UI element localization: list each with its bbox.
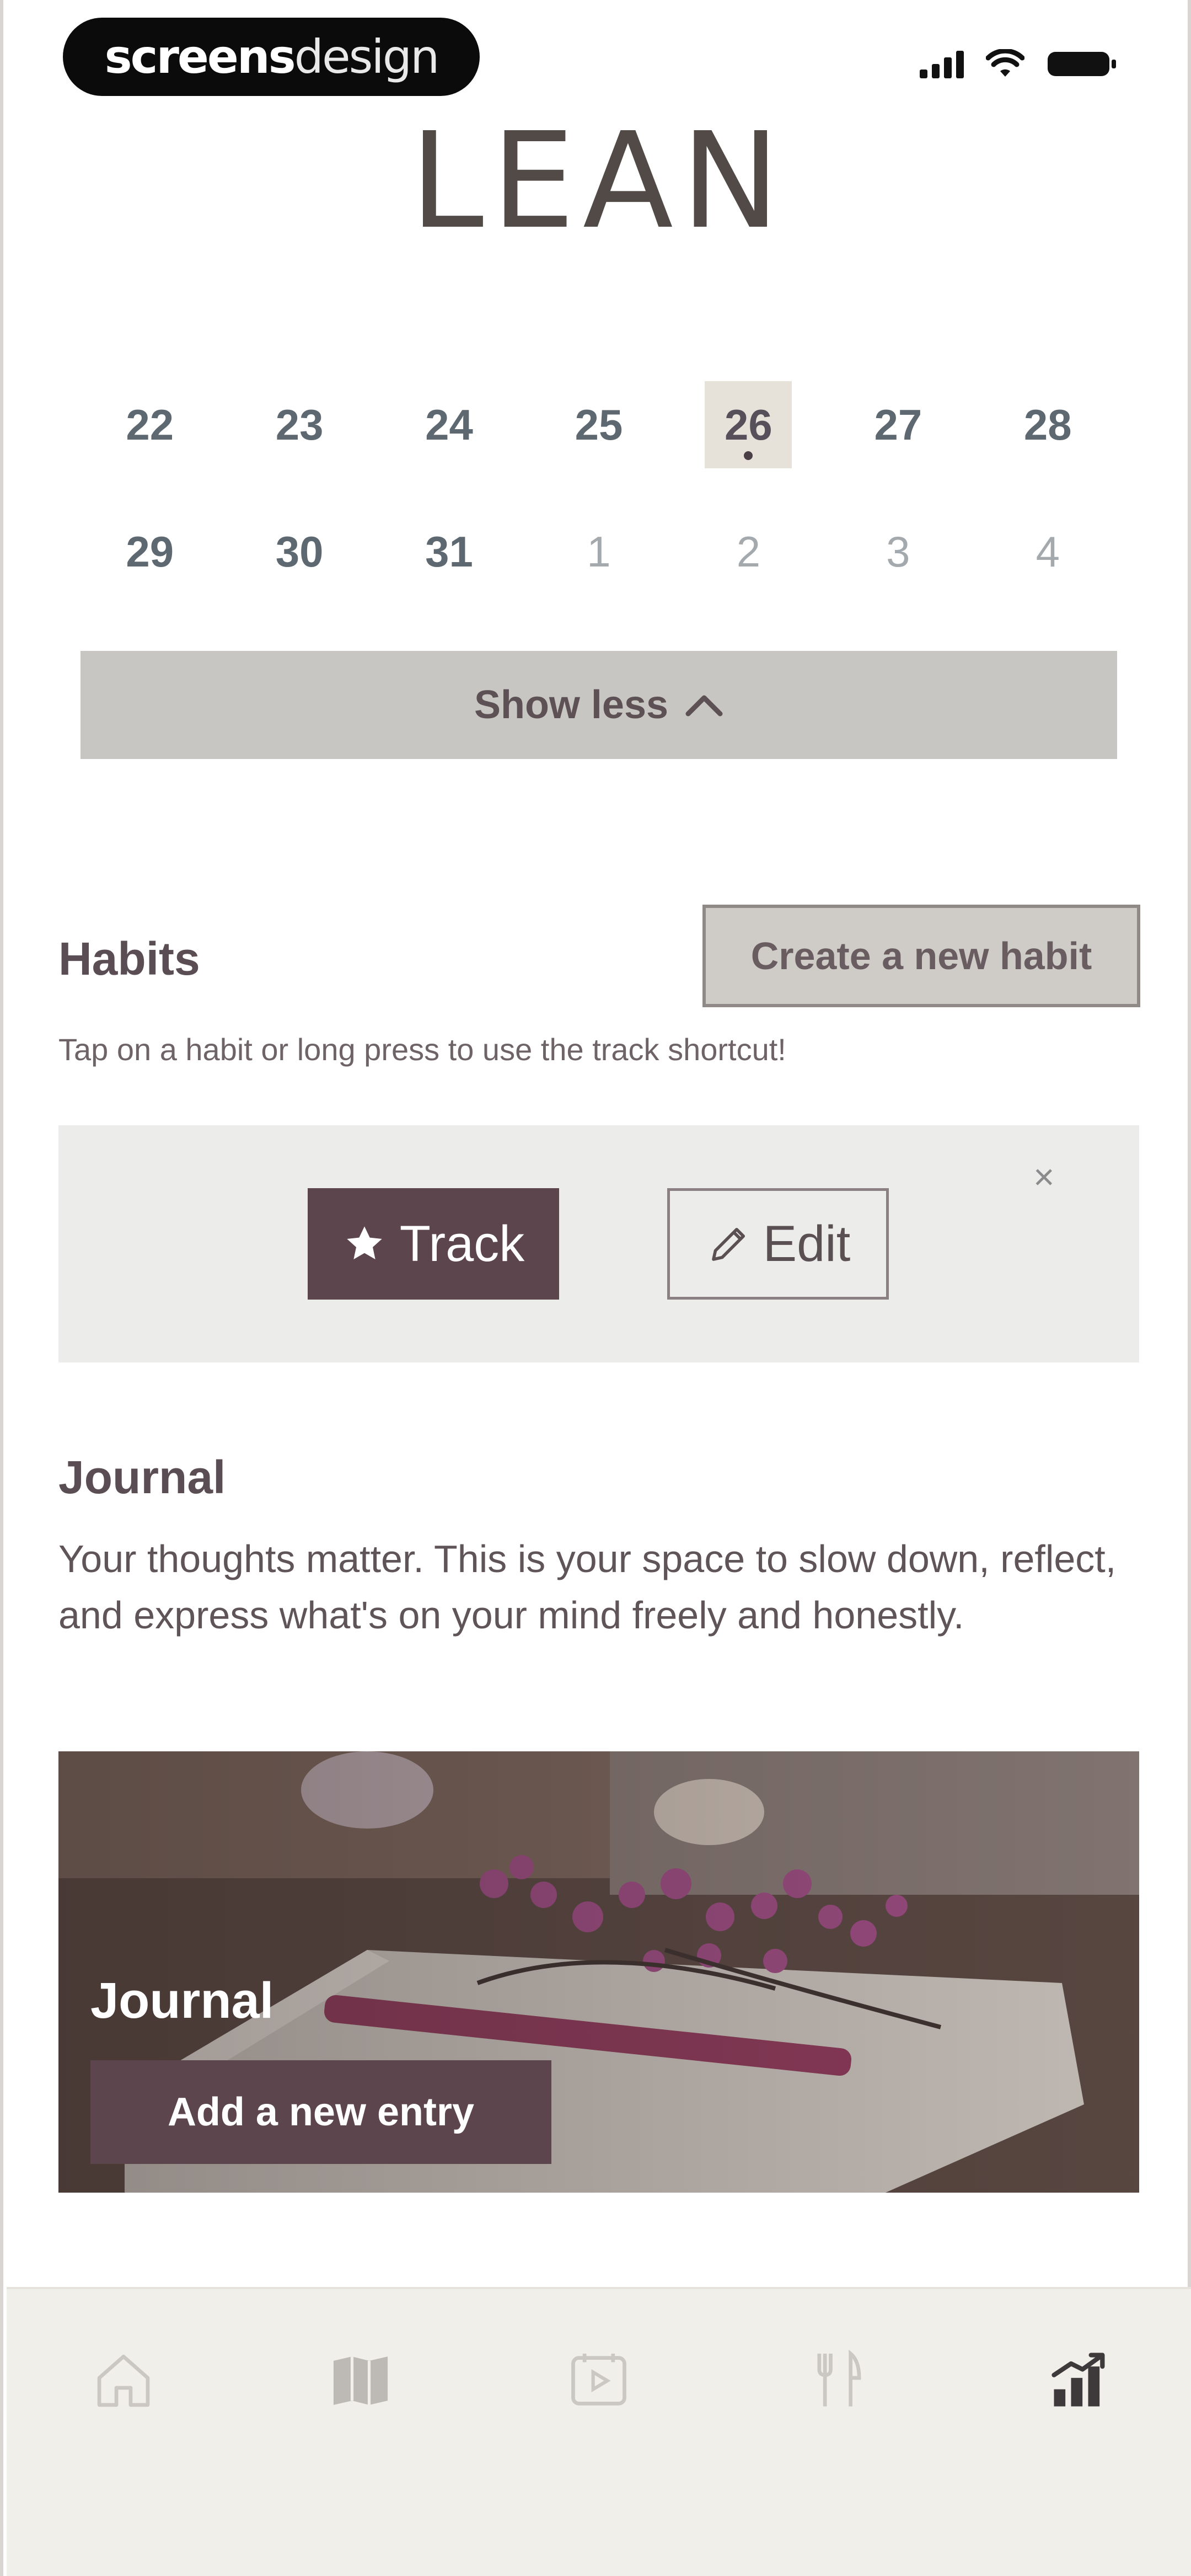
- calendar-day-label: 23: [275, 400, 324, 449]
- calendar-day-label: 29: [126, 527, 174, 576]
- journal-description: Your thoughts matter. This is your space…: [58, 1537, 1117, 1637]
- badge-text-bold: screens: [104, 30, 296, 84]
- edit-button[interactable]: Edit: [667, 1188, 889, 1300]
- stats-icon: [1051, 2353, 1105, 2407]
- calendar-day[interactable]: 1: [524, 507, 673, 596]
- cellular-signal-icon: [920, 50, 964, 78]
- close-icon[interactable]: ×: [1033, 1158, 1055, 1195]
- calendar-day[interactable]: 31: [374, 507, 524, 596]
- calendar-day-label: 27: [874, 400, 922, 449]
- status-icons: [920, 49, 1118, 79]
- calendar-day[interactable]: 27: [823, 381, 973, 469]
- app-logo: LEAN: [410, 104, 788, 258]
- home-icon: [97, 2354, 150, 2407]
- show-less-label: Show less: [474, 683, 669, 727]
- calendar-day-selected[interactable]: 26: [674, 381, 823, 469]
- tab-home[interactable]: [85, 2342, 162, 2419]
- calendar-day[interactable]: 29: [75, 507, 224, 596]
- badge-text-regular: design: [294, 30, 440, 84]
- habits-heading: Habits: [58, 933, 200, 985]
- tab-bar: [7, 2287, 1191, 2576]
- calendar-day-label: 30: [275, 527, 324, 576]
- calendar-week-2: 29 30 31 1 2 3 4: [75, 507, 1123, 596]
- calendar-day-label: 1: [587, 527, 611, 576]
- fork-knife-icon: [817, 2349, 861, 2407]
- track-label: Track: [399, 1215, 525, 1272]
- chevron-up-icon: [685, 695, 723, 717]
- calendar-day-label: 22: [126, 400, 174, 449]
- habits-hint: Tap on a habit or long press to use the …: [58, 1032, 786, 1067]
- calendar-day[interactable]: 22: [75, 381, 224, 469]
- calendar-day[interactable]: 3: [823, 507, 973, 596]
- habit-card[interactable]: Track Edit ×: [58, 1125, 1139, 1362]
- tab-videos[interactable]: [560, 2342, 637, 2419]
- tab-learn[interactable]: [322, 2342, 399, 2419]
- wifi-icon: [986, 49, 1024, 77]
- book-icon: [333, 2356, 388, 2405]
- calendar-day[interactable]: 25: [524, 381, 673, 469]
- create-habit-button[interactable]: Create a new habit: [702, 905, 1140, 1007]
- show-less-button[interactable]: Show less: [81, 651, 1117, 759]
- tab-progress[interactable]: [1041, 2342, 1118, 2419]
- battery-icon: [1048, 52, 1116, 76]
- track-button[interactable]: Track: [308, 1188, 559, 1300]
- tab-nutrition[interactable]: [801, 2342, 878, 2419]
- calendar-day-label: 24: [425, 400, 473, 449]
- calendar-day-label: 3: [886, 527, 910, 576]
- calendar-day[interactable]: 28: [973, 381, 1123, 469]
- calendar-day-label: 28: [1023, 400, 1072, 449]
- screensdesign-badge: screens design: [63, 18, 480, 96]
- calendar-week-1: 22 23 24 25 26 27 28: [75, 381, 1123, 469]
- star-icon: [347, 1226, 382, 1259]
- calendar-day[interactable]: 30: [224, 507, 374, 596]
- calendar-day-label: 2: [736, 527, 761, 576]
- edit-label: Edit: [763, 1215, 851, 1272]
- calendar-day-label: 25: [575, 400, 623, 449]
- pencil-icon: [711, 1227, 745, 1261]
- play-video-icon: [571, 2353, 626, 2406]
- calendar-day[interactable]: 2: [674, 507, 823, 596]
- calendar-day-label: 31: [425, 527, 473, 576]
- calendar-day[interactable]: 4: [973, 507, 1123, 596]
- add-entry-button[interactable]: Add a new entry: [90, 2060, 551, 2164]
- journal-card-title: Journal: [90, 1973, 274, 2029]
- calendar-day[interactable]: 24: [374, 381, 524, 469]
- calendar-day[interactable]: 23: [224, 381, 374, 469]
- phone-screen: screens design LEAN 22 23 24 25 26 27 28 29 30 31…: [0, 0, 1191, 2576]
- calendar-day-label: 4: [1036, 527, 1060, 576]
- journal-card[interactable]: Journal Add a new entry: [58, 1751, 1139, 2193]
- journal-heading: Journal: [58, 1451, 226, 1503]
